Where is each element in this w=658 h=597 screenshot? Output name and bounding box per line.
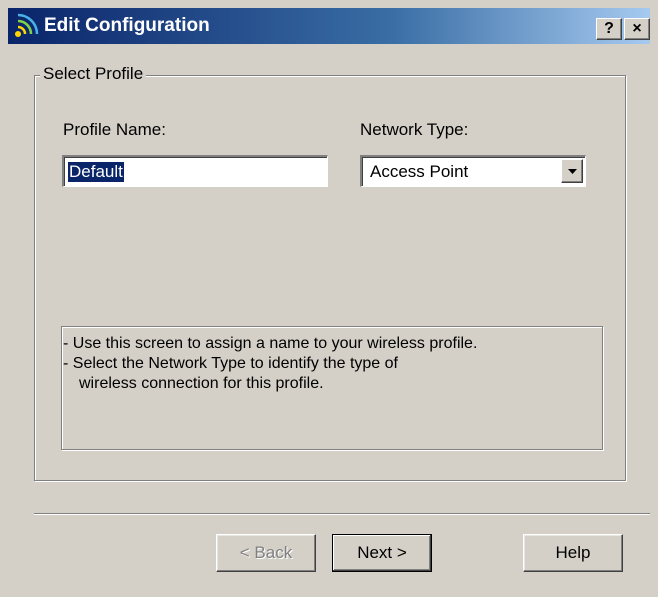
profile-name-input[interactable]: Default: [62, 155, 328, 187]
close-button[interactable]: ×: [624, 18, 650, 40]
edit-configuration-dialog: Edit Configuration ? × Select Profile Pr…: [0, 0, 658, 597]
profile-name-label: Profile Name:: [63, 120, 166, 139]
footer-separator: [34, 513, 650, 515]
help-title-button[interactable]: ?: [596, 18, 622, 40]
info-text-line-1: - Use this screen to assign a name to yo…: [63, 335, 478, 352]
profile-name-value: Default: [68, 162, 124, 182]
info-text-line-3: wireless connection for this profile.: [79, 375, 324, 392]
network-type-value: Access Point: [370, 162, 469, 181]
wireless-signal-icon: [12, 12, 40, 40]
window-title: Edit Configuration: [44, 15, 210, 36]
info-text-line-2: - Select the Network Type to identify th…: [63, 355, 398, 372]
network-type-select[interactable]: Access Point: [360, 155, 586, 187]
help-button[interactable]: Help: [523, 534, 623, 572]
back-button[interactable]: < Back: [216, 534, 316, 572]
chevron-down-icon: [568, 169, 577, 174]
title-bar[interactable]: Edit Configuration ? ×: [8, 8, 650, 44]
group-legend: Select Profile: [40, 63, 147, 85]
network-type-label: Network Type:: [360, 120, 469, 139]
next-button[interactable]: Next >: [332, 534, 432, 572]
dropdown-button[interactable]: [561, 159, 583, 183]
